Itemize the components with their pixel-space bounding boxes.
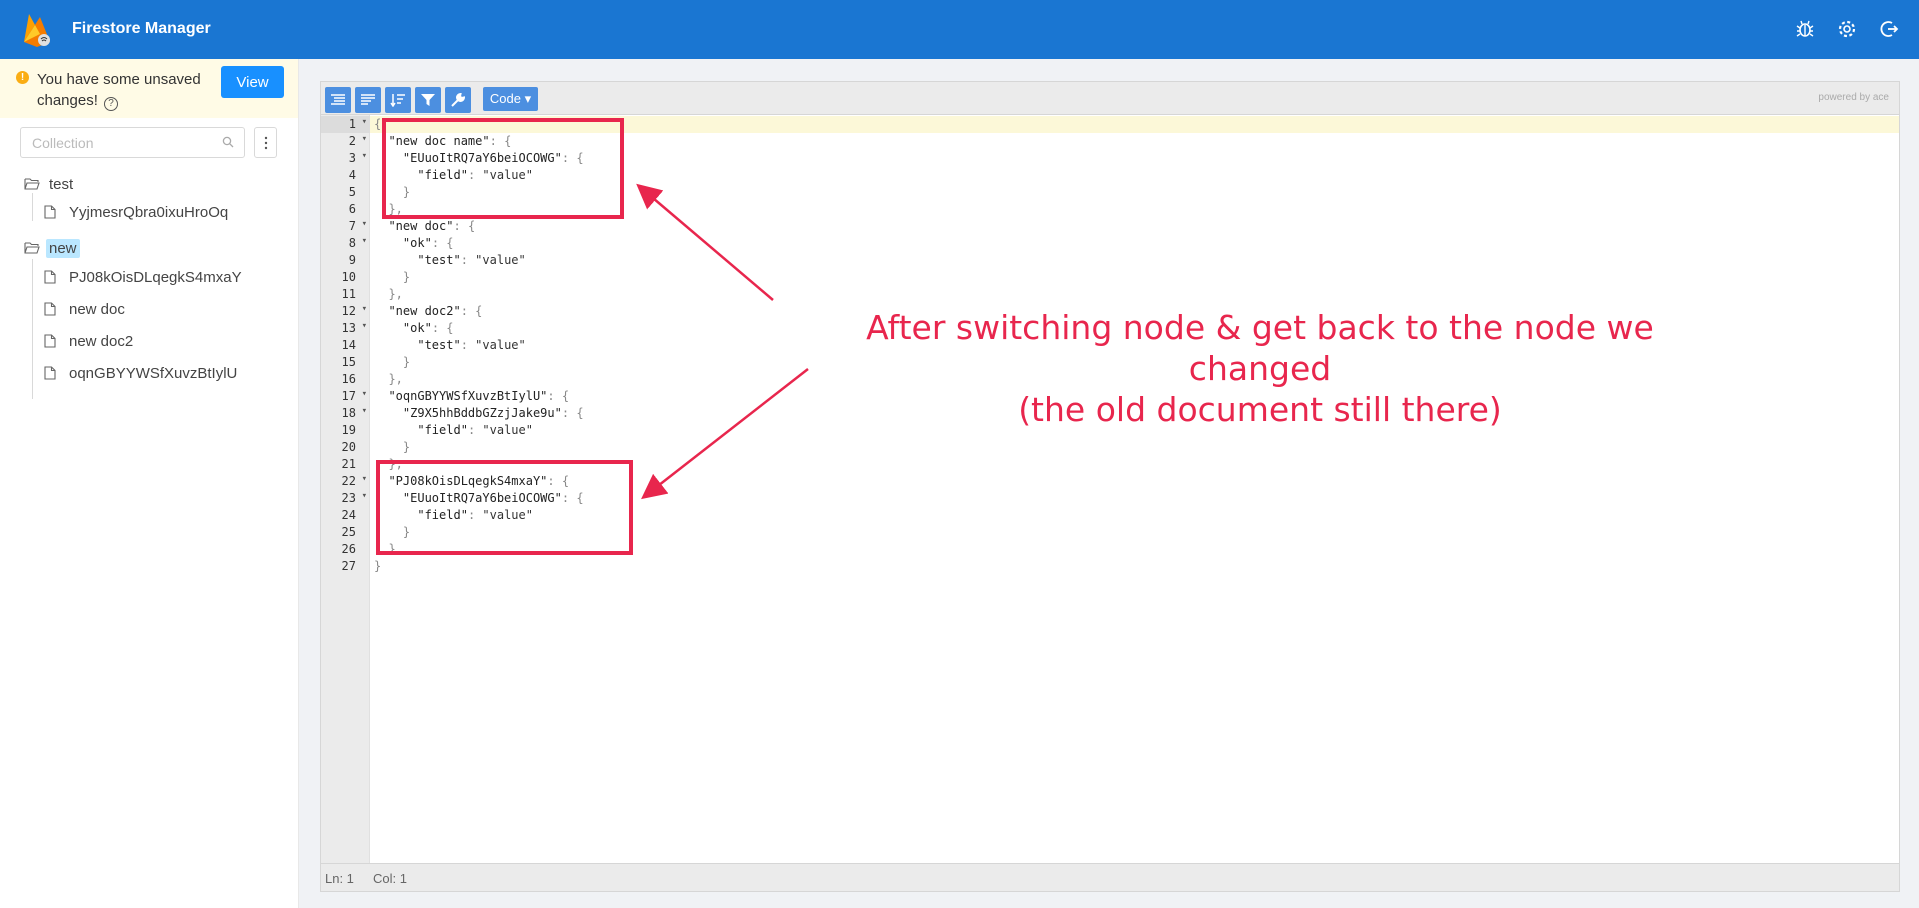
bug-icon[interactable] xyxy=(1793,17,1817,41)
file-icon xyxy=(44,270,56,284)
status-column: Col: 1 xyxy=(373,871,407,886)
fold-toggle-icon[interactable]: ▾ xyxy=(362,236,367,246)
file-icon xyxy=(44,366,56,380)
line-number: 10 xyxy=(341,270,356,284)
more-vertical-icon xyxy=(264,136,267,149)
format-icon xyxy=(331,94,345,105)
line-number: 23 ▾ xyxy=(341,491,367,505)
file-icon xyxy=(44,205,56,219)
folder-open-icon xyxy=(24,242,40,254)
unsaved-message: You have some unsaved changes! xyxy=(37,71,201,109)
gear-icon[interactable] xyxy=(1835,17,1859,41)
tree-document[interactable]: YyjmesrQbra0ixuHroOq xyxy=(44,201,231,223)
line-number: 20 xyxy=(341,440,356,454)
line-number: 18 ▾ xyxy=(341,406,367,420)
line-number: 5 xyxy=(348,185,356,199)
line-number: 7 ▾ xyxy=(348,219,367,233)
code-line: "ok": { xyxy=(402,236,454,250)
logout-icon[interactable] xyxy=(1877,17,1901,41)
app-title: Firestore Manager xyxy=(72,20,211,37)
code-line: "new doc": { xyxy=(388,219,476,233)
editor-status-bar: Ln: 1 Col: 1 xyxy=(321,863,1899,891)
fold-toggle-icon[interactable]: ▾ xyxy=(362,321,367,331)
tree-document[interactable]: PJ08kOisDLqegkS4mxaY xyxy=(44,266,245,288)
line-number: 4 xyxy=(348,168,356,182)
line-number: 27 xyxy=(341,559,356,573)
fold-toggle-icon[interactable]: ▾ xyxy=(362,474,367,484)
line-number: 24 xyxy=(341,508,356,522)
line-number: 13 ▾ xyxy=(341,321,367,335)
file-icon xyxy=(44,334,56,348)
sidebar: ! You have some unsaved changes! ? View … xyxy=(0,59,299,908)
code-line: }, xyxy=(388,287,403,301)
line-number: 15 xyxy=(341,355,356,369)
tree-document[interactable]: new doc xyxy=(44,298,128,320)
more-options-button[interactable] xyxy=(254,127,277,158)
compact-button[interactable] xyxy=(355,87,381,113)
tree-label-selected: new xyxy=(46,238,80,258)
line-number: 16 xyxy=(341,372,356,386)
status-line: Ln: 1 xyxy=(325,871,354,886)
firebase-logo-icon xyxy=(24,14,50,47)
warning-icon: ! xyxy=(16,71,29,84)
tree-document[interactable]: oqnGBYYWSfXuvzBtIylU xyxy=(44,362,240,384)
view-button[interactable]: View xyxy=(221,66,284,98)
line-number: 26 xyxy=(341,542,356,556)
format-button[interactable] xyxy=(325,87,351,113)
app-header: Firestore Manager xyxy=(0,0,1919,59)
editor-toolbar: Code ▾ powered by ace xyxy=(321,82,1899,115)
highlight-box-bottom xyxy=(376,460,633,555)
sort-icon xyxy=(390,94,405,107)
powered-by-text: powered by ace xyxy=(1818,92,1889,103)
folder-open-icon xyxy=(24,178,40,190)
line-number: 21 xyxy=(341,457,356,471)
line-number: 14 xyxy=(341,338,356,352)
fold-toggle-icon[interactable]: ▾ xyxy=(362,151,367,161)
compact-icon xyxy=(361,94,375,105)
code-line: } xyxy=(402,440,411,454)
line-number: 8 ▾ xyxy=(348,236,367,250)
line-number: 6 xyxy=(348,202,356,216)
annotation-text: After switching node & get back to the n… xyxy=(866,308,1654,429)
line-number: 12 ▾ xyxy=(341,304,367,318)
tree-label: test xyxy=(49,175,74,193)
tree-document[interactable]: new doc2 xyxy=(44,330,136,352)
question-circle-icon[interactable]: ? xyxy=(104,97,119,111)
search-icon xyxy=(222,136,234,148)
line-number: 25 xyxy=(341,525,356,539)
highlight-box-top xyxy=(382,118,624,219)
code-line: "test": "value" xyxy=(417,253,526,267)
fold-toggle-icon[interactable]: ▾ xyxy=(362,389,367,399)
file-icon xyxy=(44,302,56,316)
fold-toggle-icon[interactable]: ▾ xyxy=(362,491,367,501)
line-number-gutter: 1 ▾ 2 ▾ 3 ▾ 4 5 6 7 ▾ 8 ▾ 9 10 11 12 ▾ 13 ▾ 14 15 16 17 ▾ 18 ▾ 19 20… xyxy=(321,115,370,863)
filter-icon xyxy=(421,94,435,106)
fold-toggle-icon[interactable]: ▾ xyxy=(362,219,367,229)
line-number: 3 ▾ xyxy=(348,151,367,165)
line-number: 9 xyxy=(348,253,356,267)
fold-toggle-icon[interactable]: ▾ xyxy=(362,134,367,144)
filter-button[interactable] xyxy=(415,87,441,113)
code-line: } xyxy=(402,270,411,284)
fold-toggle-icon[interactable]: ▾ xyxy=(362,117,367,127)
line-number: 2 ▾ xyxy=(348,134,367,148)
tree-collection-test[interactable]: test xyxy=(24,173,76,195)
collection-search-input[interactable] xyxy=(21,128,201,157)
repair-button[interactable] xyxy=(445,87,471,113)
line-number: 22 ▾ xyxy=(341,474,367,488)
fold-toggle-icon[interactable]: ▾ xyxy=(362,406,367,416)
collection-search xyxy=(20,127,245,158)
tree-collection-new[interactable]: new xyxy=(24,237,80,259)
fold-toggle-icon[interactable]: ▾ xyxy=(362,304,367,314)
line-number: 17 ▾ xyxy=(341,389,367,403)
code-line: } xyxy=(374,559,382,573)
mode-dropdown[interactable]: Code ▾ xyxy=(483,87,538,111)
line-number: 19 xyxy=(341,423,356,437)
line-number: 11 xyxy=(341,287,356,301)
sort-button[interactable] xyxy=(385,87,411,113)
unsaved-changes-alert: ! You have some unsaved changes! ? View xyxy=(0,59,298,118)
line-number: 1 ▾ xyxy=(321,116,370,133)
wrench-icon xyxy=(451,92,466,107)
